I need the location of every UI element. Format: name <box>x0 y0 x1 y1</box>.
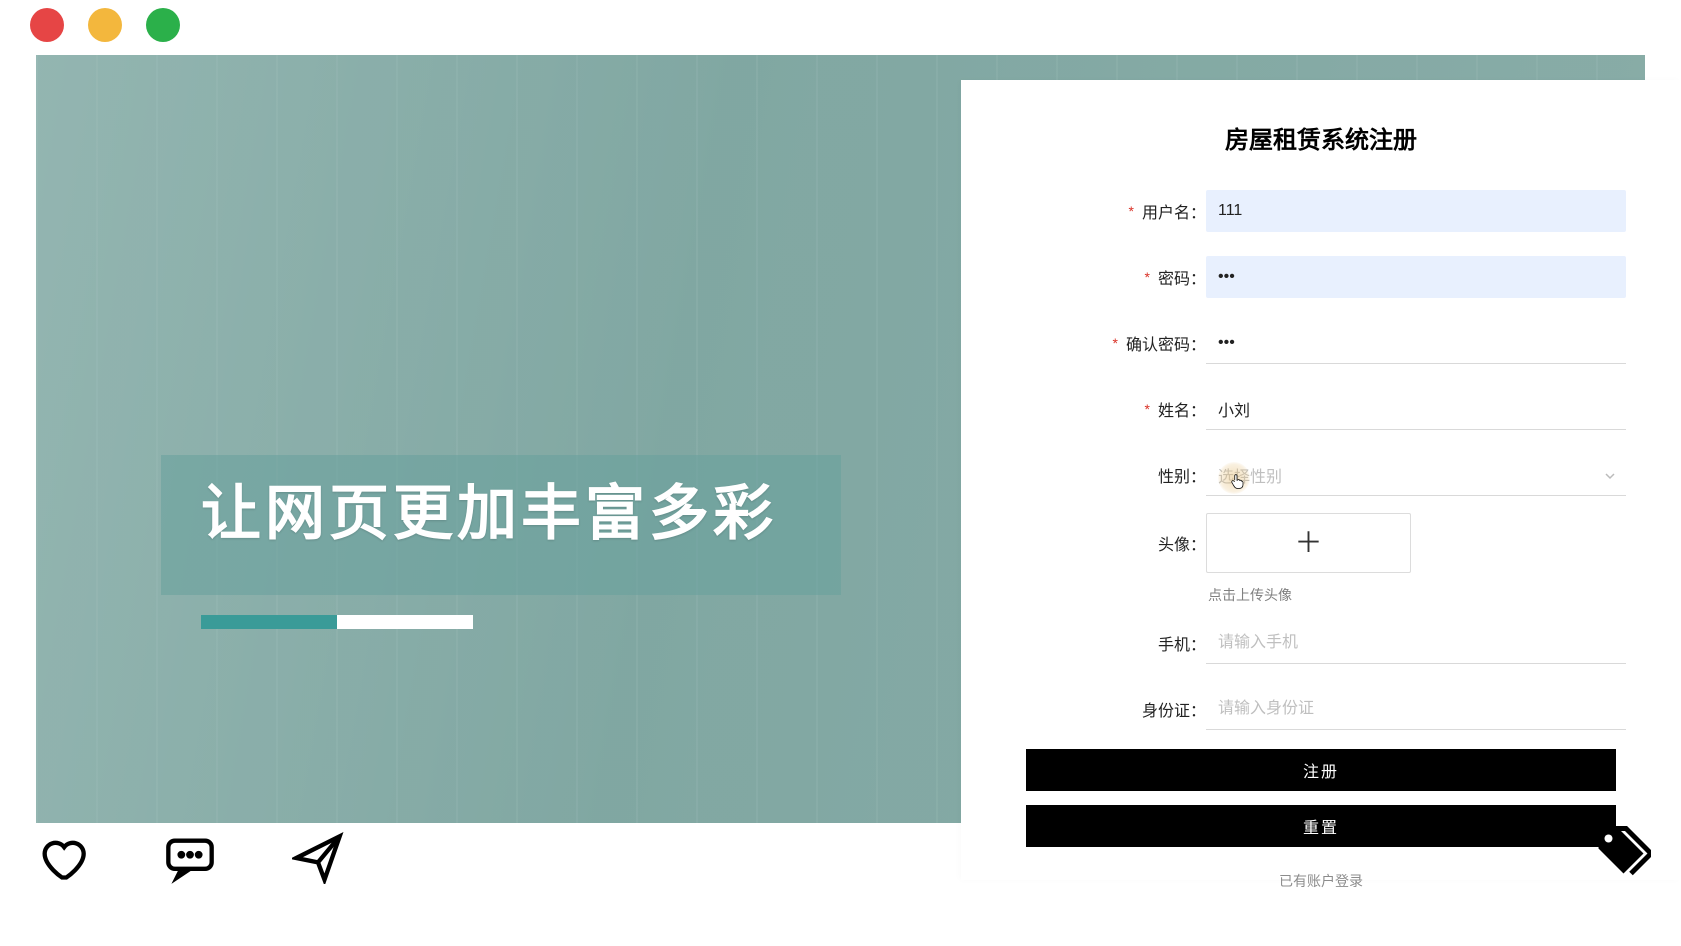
close-dot-icon[interactable] <box>30 8 64 42</box>
send-icon[interactable] <box>290 830 346 886</box>
gender-select[interactable]: 选择性别 <box>1206 454 1626 496</box>
tag-icon[interactable] <box>1591 821 1651 886</box>
zoom-dot-icon[interactable] <box>146 8 180 42</box>
username-input[interactable] <box>1206 190 1626 232</box>
carousel-dot-1[interactable] <box>201 615 337 629</box>
phone-input[interactable] <box>1206 622 1626 664</box>
carousel-indicators[interactable] <box>201 615 473 629</box>
avatar-label: 头像： <box>1158 531 1206 555</box>
username-label: 用户名： <box>1142 199 1206 223</box>
required-asterisk: * <box>1129 203 1134 219</box>
idcard-label: 身份证： <box>1142 697 1206 721</box>
avatar-upload-hint: 点击上传头像 <box>1206 585 1626 605</box>
password-input[interactable] <box>1206 256 1626 298</box>
gender-label: 性别： <box>1158 463 1206 487</box>
window-traffic-lights <box>30 8 180 42</box>
footer-action-bar <box>34 830 346 886</box>
reset-button[interactable]: 重置 <box>1026 805 1616 847</box>
heart-icon[interactable] <box>34 830 90 886</box>
comment-icon[interactable] <box>162 830 218 886</box>
password-label: 密码： <box>1158 265 1206 289</box>
name-label: 姓名： <box>1158 397 1206 421</box>
phone-label: 手机： <box>1158 631 1206 655</box>
carousel-dot-2[interactable] <box>337 615 473 629</box>
plus-icon: ＋ <box>1294 529 1322 557</box>
form-title: 房屋租赁系统注册 <box>1016 120 1626 155</box>
confirm-password-input[interactable] <box>1206 322 1626 364</box>
register-panel: 房屋租赁系统注册 * 用户名： * 密码： * 确认密码： * 姓名： <box>961 80 1681 880</box>
hero-headline: 让网页更加丰富多彩 <box>201 465 777 552</box>
gender-placeholder: 选择性别 <box>1218 463 1282 487</box>
chevron-down-icon <box>1604 469 1616 481</box>
register-button[interactable]: 注册 <box>1026 749 1616 791</box>
confirm-password-label: 确认密码： <box>1126 331 1206 355</box>
login-link[interactable]: 已有账户登录 <box>1026 871 1616 891</box>
name-input[interactable] <box>1206 388 1626 430</box>
idcard-input[interactable] <box>1206 688 1626 730</box>
avatar-upload[interactable]: ＋ <box>1206 513 1411 573</box>
minimize-dot-icon[interactable] <box>88 8 122 42</box>
